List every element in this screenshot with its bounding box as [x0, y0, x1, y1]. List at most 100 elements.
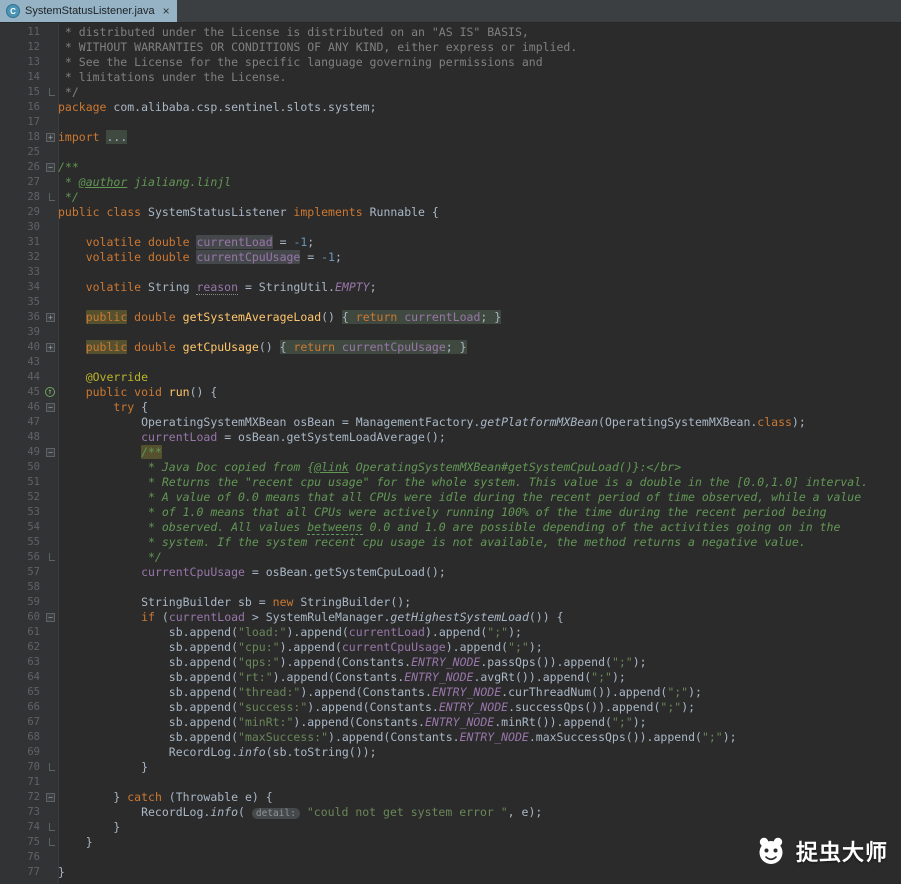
- code-line[interactable]: 51 * Returns the "recent cpu usage" for …: [0, 475, 901, 490]
- code-line[interactable]: 11 * distributed under the License is di…: [0, 25, 901, 40]
- fold-end-icon[interactable]: [49, 838, 55, 846]
- code-text: sb.append("minRt:").append(Constants.ENT…: [58, 715, 647, 729]
- code-line[interactable]: 48 currentLoad = osBean.getSystemLoadAve…: [0, 430, 901, 445]
- code-line[interactable]: 54 * observed. All values betweens 0.0 a…: [0, 520, 901, 535]
- code-line[interactable]: 47 OperatingSystemMXBean osBean = Manage…: [0, 415, 901, 430]
- gutter: [44, 145, 58, 160]
- code-line[interactable]: 55 * system. If the system recent cpu us…: [0, 535, 901, 550]
- gutter: [44, 820, 58, 835]
- fold-collapse-icon[interactable]: −: [46, 793, 55, 802]
- code-line[interactable]: 43: [0, 355, 901, 370]
- code-line[interactable]: 16 package com.alibaba.csp.sentinel.slots…: [0, 100, 901, 115]
- code-line[interactable]: 45 ↑ public void run() {: [0, 385, 901, 400]
- code-line[interactable]: 28 */: [0, 190, 901, 205]
- code-text: }: [58, 865, 65, 879]
- code-line[interactable]: 15 */: [0, 85, 901, 100]
- code-line[interactable]: 31 volatile double currentLoad = -1;: [0, 235, 901, 250]
- code-line[interactable]: 17: [0, 115, 901, 130]
- gutter: [44, 40, 58, 55]
- code-line[interactable]: 65 sb.append("thread:").append(Constants…: [0, 685, 901, 700]
- code-line[interactable]: 30: [0, 220, 901, 235]
- code-text: * limitations under the License.: [58, 70, 287, 84]
- code-line[interactable]: 49− /**: [0, 445, 901, 460]
- fold-end-icon[interactable]: [49, 763, 55, 771]
- fold-collapse-icon[interactable]: −: [46, 163, 55, 172]
- code-line[interactable]: 32 volatile double currentCpuUsage = -1;: [0, 250, 901, 265]
- bug-logo-icon: [759, 837, 783, 864]
- code-line[interactable]: 27 * @author jialiang.linjl: [0, 175, 901, 190]
- code-line[interactable]: 66 sb.append("success:").append(Constant…: [0, 700, 901, 715]
- code-line[interactable]: 73 RecordLog.info( detail: "could not ge…: [0, 805, 901, 820]
- code-line[interactable]: 57 currentCpuUsage = osBean.getSystemCpu…: [0, 565, 901, 580]
- code-line[interactable]: 40 + public double getCpuUsage() { return…: [0, 340, 901, 355]
- code-line[interactable]: 56 */: [0, 550, 901, 565]
- fold-collapse-icon[interactable]: −: [46, 403, 55, 412]
- code-line[interactable]: 33: [0, 265, 901, 280]
- code-line[interactable]: 50 * Java Doc copied from {@link Operati…: [0, 460, 901, 475]
- fold-expand-icon[interactable]: +: [46, 343, 55, 352]
- gutter: [44, 520, 58, 535]
- code-line[interactable]: 58: [0, 580, 901, 595]
- code-line[interactable]: 53 * of 1.0 means that all CPUs were act…: [0, 505, 901, 520]
- code-text: /**: [58, 160, 79, 174]
- code-line[interactable]: 67 sb.append("minRt:").append(Constants.…: [0, 715, 901, 730]
- code-line[interactable]: 59 StringBuilder sb = new StringBuilder(…: [0, 595, 901, 610]
- overriding-method-icon[interactable]: ↑: [45, 387, 55, 397]
- code-line[interactable]: 29 public class SystemStatusListener impl…: [0, 205, 901, 220]
- code-line[interactable]: 52 * A value of 0.0 means that all CPUs …: [0, 490, 901, 505]
- code-line[interactable]: 26−/**: [0, 160, 901, 175]
- code-line[interactable]: 46− try {: [0, 400, 901, 415]
- code-text: package com.alibaba.csp.sentinel.slots.s…: [58, 100, 377, 114]
- code-text: }: [58, 760, 149, 774]
- code-line[interactable]: 44 @Override: [0, 370, 901, 385]
- code-line[interactable]: 69 RecordLog.info(sb.toString());: [0, 745, 901, 760]
- code-line[interactable]: 61 sb.append("load:").append(currentLoad…: [0, 625, 901, 640]
- line-number: 29: [27, 206, 40, 218]
- line-number: 55: [27, 536, 40, 548]
- code-text: * Java Doc copied from {@link OperatingS…: [58, 460, 682, 474]
- editor-tab[interactable]: C SystemStatusListener.java ×: [0, 0, 177, 22]
- code-line[interactable]: 62 sb.append("cpu:").append(currentCpuUs…: [0, 640, 901, 655]
- code-editor[interactable]: 11 * distributed under the License is di…: [0, 23, 901, 884]
- gutter: ↑: [44, 385, 58, 400]
- gutter: −: [44, 610, 58, 625]
- code-line[interactable]: 70 }: [0, 760, 901, 775]
- line-number: 26: [27, 161, 40, 173]
- code-line[interactable]: 18 + import ...: [0, 130, 901, 145]
- line-number: 25: [27, 146, 40, 158]
- code-line[interactable]: 64 sb.append("rt:").append(Constants.ENT…: [0, 670, 901, 685]
- line-number: 63: [27, 656, 40, 668]
- code-line[interactable]: 63 sb.append("qps:").append(Constants.EN…: [0, 655, 901, 670]
- fold-end-icon[interactable]: [49, 193, 55, 201]
- code-text: * system. If the system recent cpu usage…: [58, 535, 806, 549]
- code-line[interactable]: 74 }: [0, 820, 901, 835]
- code-line[interactable]: 14 * limitations under the License.: [0, 70, 901, 85]
- code-line[interactable]: 77}: [0, 865, 901, 880]
- line-number: 54: [27, 521, 40, 533]
- fold-collapse-icon[interactable]: −: [46, 448, 55, 457]
- fold-end-icon[interactable]: [49, 823, 55, 831]
- code-line[interactable]: 36 + public double getSystemAverageLoad()…: [0, 310, 901, 325]
- code-line[interactable]: 12 * WITHOUT WARRANTIES OR CONDITIONS OF…: [0, 40, 901, 55]
- code-text: * observed. All values betweens 0.0 and …: [58, 520, 841, 535]
- code-line[interactable]: 34 volatile String reason = StringUtil.E…: [0, 280, 901, 295]
- code-line[interactable]: 39: [0, 325, 901, 340]
- code-line[interactable]: 72− } catch (Throwable e) {: [0, 790, 901, 805]
- fold-expand-icon[interactable]: +: [46, 313, 55, 322]
- fold-collapse-icon[interactable]: −: [46, 613, 55, 622]
- line-number: 32: [27, 251, 40, 263]
- code-line[interactable]: 60− if (currentLoad > SystemRuleManager.…: [0, 610, 901, 625]
- code-line[interactable]: 13 * See the License for the specific la…: [0, 55, 901, 70]
- code-line[interactable]: 35: [0, 295, 901, 310]
- code-line[interactable]: 68 sb.append("maxSuccess:").append(Const…: [0, 730, 901, 745]
- fold-end-icon[interactable]: [49, 88, 55, 96]
- fold-expand-icon[interactable]: +: [46, 133, 55, 142]
- code-text: StringBuilder sb = new StringBuilder();: [58, 595, 412, 609]
- tab-close-icon[interactable]: ×: [163, 5, 170, 17]
- fold-end-icon[interactable]: [49, 553, 55, 561]
- code-line[interactable]: 25: [0, 145, 901, 160]
- code-line[interactable]: 71: [0, 775, 901, 790]
